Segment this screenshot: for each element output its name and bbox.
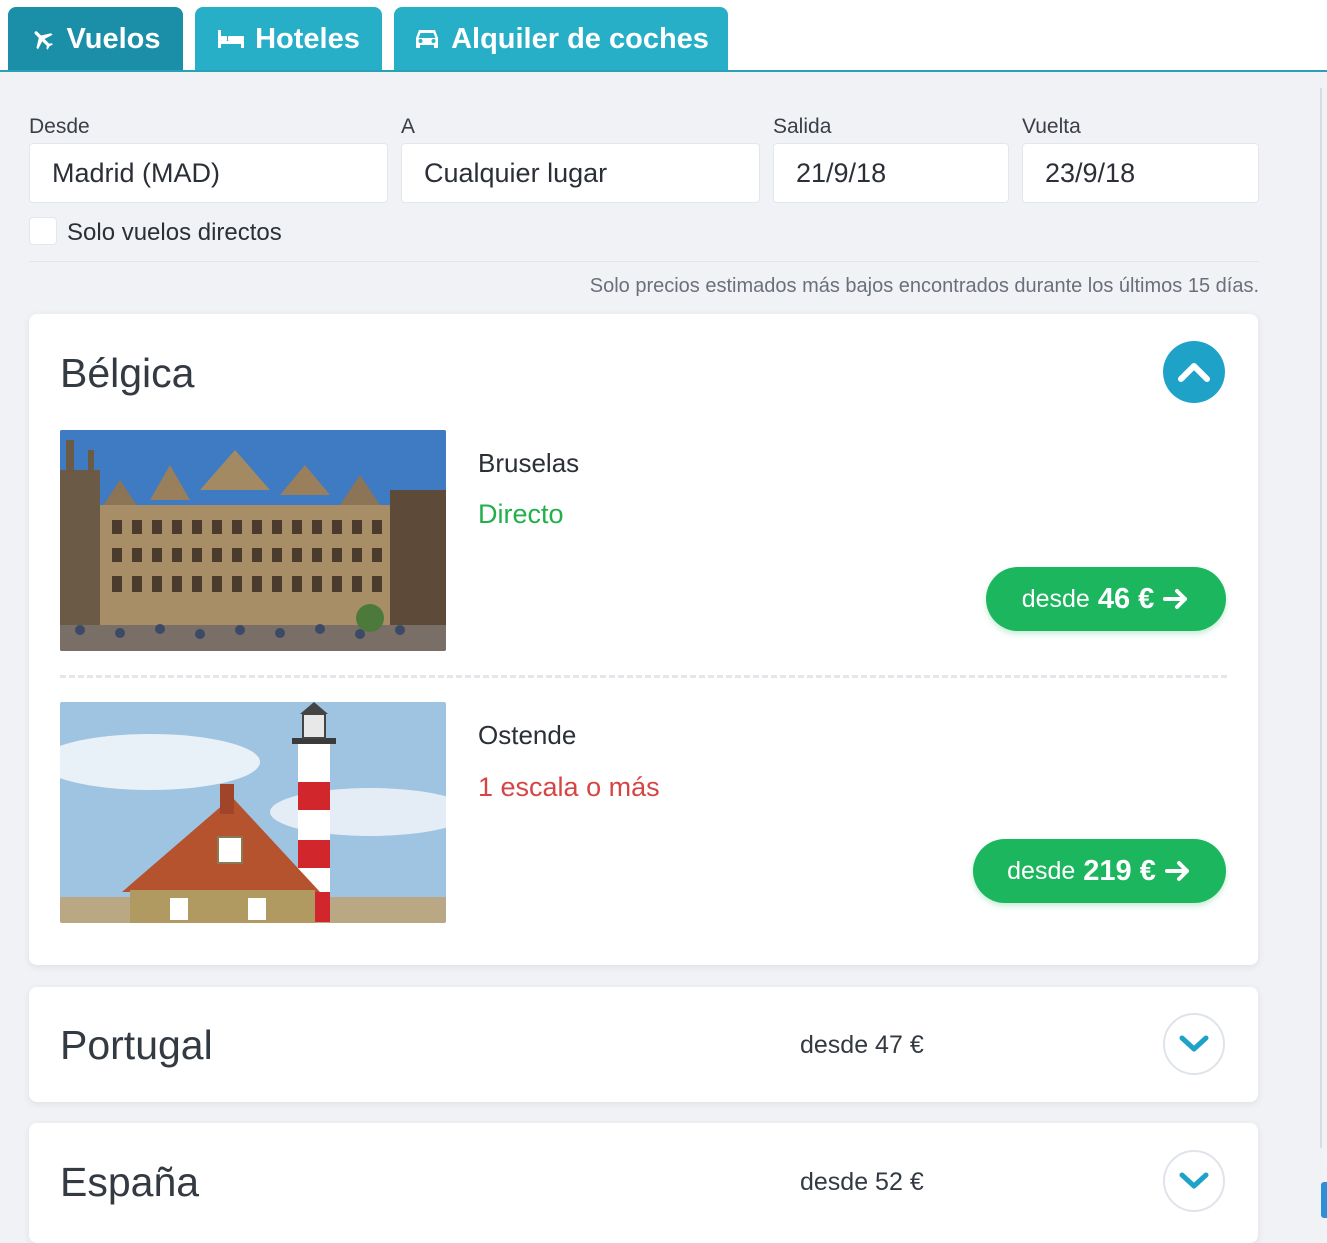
ostende-photo — [60, 702, 446, 923]
country-price: desde 47 € — [800, 1031, 924, 1059]
bed-icon — [218, 30, 245, 48]
tab-label: Vuelos — [66, 22, 161, 55]
form-divider — [29, 261, 1259, 262]
country-name: Portugal — [60, 1022, 213, 1068]
country-name: Bélgica — [60, 350, 195, 396]
tab-label: Hoteles — [255, 22, 360, 55]
return-date-input[interactable]: 23/9/18 — [1022, 143, 1259, 203]
tab-vuelos[interactable]: Vuelos — [8, 7, 183, 71]
from-value: Madrid (MAD) — [52, 157, 221, 188]
price-button-bruselas[interactable]: desde 46 € — [986, 567, 1226, 631]
car-icon — [416, 30, 439, 48]
direct-only-label[interactable]: Solo vuelos directos — [67, 219, 282, 247]
tab-bar: Vuelos Hoteles Alquiler de coches — [0, 0, 1327, 72]
depart-label: Salida — [773, 115, 832, 138]
tab-alquiler-coches[interactable]: Alquiler de coches — [394, 7, 728, 71]
plane-icon — [34, 31, 54, 50]
tab-underline — [0, 70, 1327, 72]
city-name-ostende: Ostende — [478, 720, 577, 750]
flight-status-bruselas: Directo — [478, 499, 564, 529]
side-panel-border — [1320, 88, 1322, 1148]
bruselas-photo — [60, 430, 446, 651]
price-note: Solo precios estimados más bajos encontr… — [589, 275, 1259, 297]
chevron-up-icon — [1178, 363, 1210, 382]
from-label: Desde — [29, 115, 90, 138]
price-amount: 219 € — [1083, 854, 1156, 887]
to-input[interactable]: Cualquier lugar — [401, 143, 760, 203]
country-name: España — [60, 1159, 200, 1205]
price-prefix: desde — [1007, 856, 1076, 885]
tab-hoteles[interactable]: Hoteles — [195, 7, 382, 71]
tab-label: Alquiler de coches — [451, 22, 709, 55]
expand-button[interactable] — [1163, 1013, 1225, 1075]
depart-date-input[interactable]: 21/9/18 — [773, 143, 1009, 203]
price-amount: 46 € — [1097, 582, 1155, 615]
price-button-ostende[interactable]: desde 219 € — [973, 839, 1226, 903]
country-card-espana[interactable]: España desde 52 € — [29, 1123, 1258, 1243]
arrow-right-icon — [1163, 589, 1188, 609]
side-panel-handle[interactable] — [1321, 1182, 1327, 1218]
city-name-bruselas: Bruselas — [478, 448, 580, 478]
return-label: Vuelta — [1022, 115, 1081, 138]
to-label: A — [401, 115, 416, 138]
country-card-portugal[interactable]: Portugal desde 47 € — [29, 987, 1258, 1102]
chevron-down-icon — [1179, 1035, 1209, 1052]
country-price: desde 52 € — [800, 1168, 924, 1196]
flight-status-ostende: 1 escala o más — [478, 772, 660, 802]
destination-separator — [60, 675, 1227, 678]
arrow-right-icon — [1164, 861, 1189, 881]
expand-button[interactable] — [1163, 1150, 1225, 1212]
country-card-belgica: Bélgica Bruselas Directo desde 46 € Oste… — [29, 314, 1258, 965]
chevron-down-icon — [1179, 1172, 1209, 1189]
price-prefix: desde — [1021, 584, 1090, 613]
direct-only-checkbox[interactable] — [29, 217, 57, 245]
depart-value: 21/9/18 — [796, 157, 887, 188]
to-value: Cualquier lugar — [424, 157, 608, 188]
return-value: 23/9/18 — [1045, 157, 1136, 188]
from-input[interactable]: Madrid (MAD) — [29, 143, 388, 203]
collapse-button[interactable] — [1163, 341, 1225, 403]
